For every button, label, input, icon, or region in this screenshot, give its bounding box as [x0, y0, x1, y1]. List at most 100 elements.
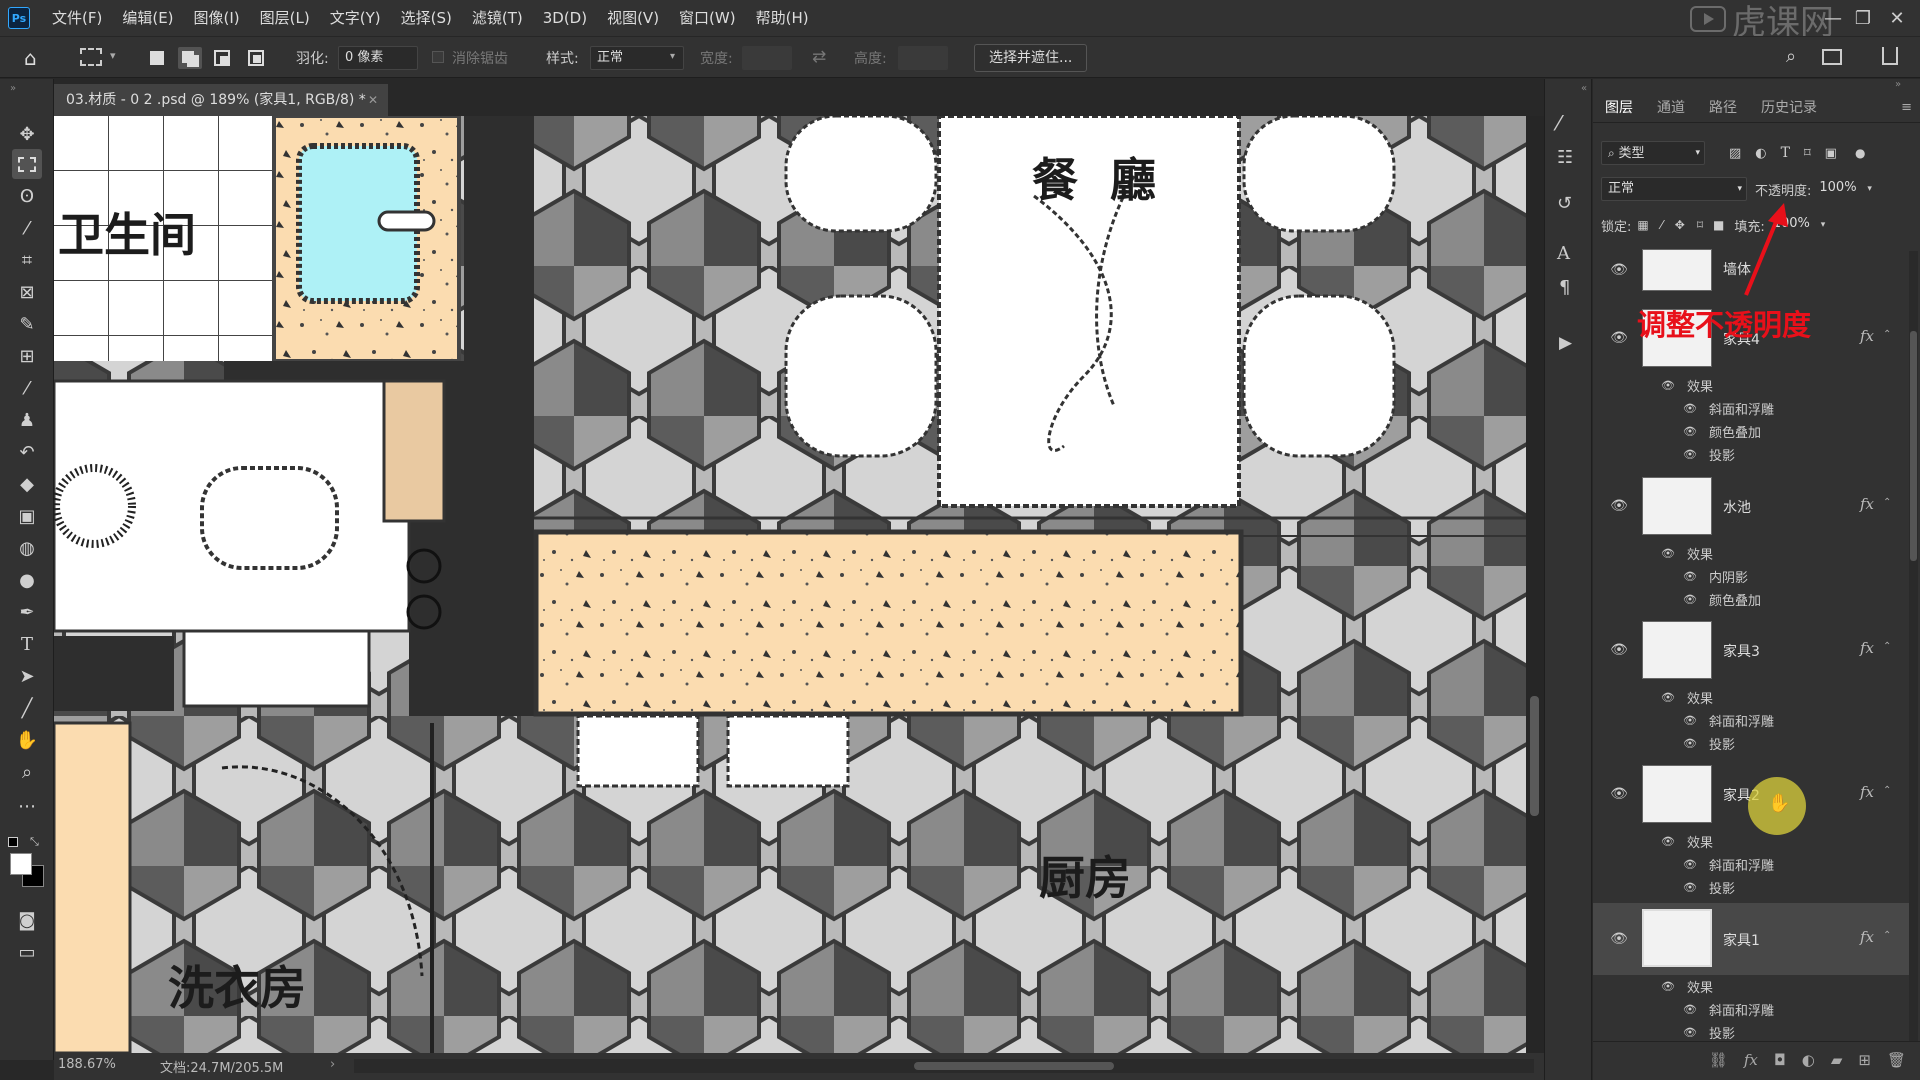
layer-thumbnail[interactable] [1642, 621, 1712, 679]
eyedropper-tool-icon[interactable]: ✎ [12, 309, 42, 339]
canvas-vscroll-thumb[interactable] [1530, 696, 1539, 816]
zoom-level[interactable]: 188.67% [58, 1057, 116, 1072]
effect-eye-icon[interactable]: 👁 [1683, 1003, 1703, 1016]
layer-name[interactable]: 水池 [1723, 497, 1751, 517]
home-icon[interactable]: ⌂ [24, 46, 48, 70]
lock-all-icon[interactable]: ■ [1713, 218, 1724, 232]
screen-mode-icon[interactable]: ▭ [12, 937, 42, 967]
visibility-eye-icon[interactable]: 👁 [1609, 931, 1629, 947]
add-mask-icon[interactable]: ◘ [1774, 1051, 1786, 1069]
foreground-color-swatch[interactable] [10, 853, 32, 875]
new-selection-icon[interactable] [150, 51, 164, 65]
layer-thumbnail[interactable] [1642, 477, 1712, 535]
effect-eye-icon[interactable]: 👁 [1683, 570, 1703, 583]
width-input[interactable] [742, 46, 792, 70]
visibility-eye-icon[interactable]: 👁 [1609, 642, 1629, 658]
lock-position-icon[interactable]: ✥ [1675, 218, 1685, 232]
add-selection-icon[interactable] [178, 47, 202, 69]
effects-group[interactable]: 👁 效果 [1661, 830, 1713, 853]
menu-view[interactable]: 视图(V) [597, 0, 669, 36]
effects-group[interactable]: 👁 效果 [1661, 542, 1713, 565]
effect-item[interactable]: 👁 投影 [1683, 443, 1735, 466]
antialias-checkbox[interactable] [432, 51, 444, 63]
layer-thumbnail[interactable] [1642, 249, 1712, 291]
workspace-icon[interactable] [1822, 49, 1842, 65]
visibility-eye-icon[interactable]: 👁 [1609, 330, 1629, 346]
adjustments-icon[interactable]: ☷ [1557, 147, 1573, 168]
document-tab[interactable]: 03.材质 - 0 2 .psd @ 189% (家具1, RGB/8) * ✕ [54, 84, 388, 116]
close-icon[interactable]: ✕ [1874, 0, 1920, 36]
layer-thumbnail[interactable] [1642, 909, 1712, 967]
effect-eye-icon[interactable]: 👁 [1661, 691, 1681, 704]
fx-icon[interactable]: fx [1860, 495, 1874, 513]
filter-kind-select[interactable]: ⌕ 类型 ▾ [1601, 141, 1705, 165]
swap-colors-icon[interactable]: ⤡ [30, 835, 39, 849]
panel-menu-icon[interactable]: ≡ [1901, 100, 1912, 115]
layer-row[interactable]: 👁 家具2 fx ⌃ ✋ [1593, 759, 1913, 835]
menu-filter[interactable]: 滤镜(T) [462, 0, 533, 36]
close-tab-icon[interactable]: ✕ [368, 84, 378, 116]
chevron-up-icon[interactable]: ⌃ [1883, 497, 1891, 508]
chevron-up-icon[interactable]: ⌃ [1883, 329, 1891, 340]
brush-tool-icon[interactable]: ⁄ [12, 373, 42, 403]
effect-eye-icon[interactable]: 👁 [1661, 980, 1681, 993]
effect-item[interactable]: 👁 斜面和浮雕 [1683, 853, 1774, 876]
history-icon[interactable]: ↺ [1557, 193, 1572, 214]
effect-eye-icon[interactable]: 👁 [1661, 379, 1681, 392]
filter-shape-icon[interactable]: ⌑ [1804, 146, 1811, 161]
collapse-arrows-icon[interactable]: » [1895, 79, 1901, 90]
character-icon[interactable]: A [1557, 243, 1570, 264]
menu-3d[interactable]: 3D(D) [533, 0, 597, 36]
pen-tool-icon[interactable]: ✒ [12, 597, 42, 627]
opacity-chevron-icon[interactable]: ▾ [1867, 184, 1872, 194]
tab-layers[interactable]: 图层 [1593, 93, 1645, 123]
lock-image-icon[interactable]: ⁄ [1661, 218, 1663, 232]
stamp-tool-icon[interactable]: ♟ [12, 405, 42, 435]
intersect-selection-icon[interactable] [248, 50, 264, 66]
lock-transparent-icon[interactable]: ▦ [1637, 218, 1648, 232]
fx-icon[interactable]: fx [1860, 783, 1874, 801]
filter-toggle-icon[interactable]: ● [1855, 146, 1865, 160]
eraser-tool-icon[interactable]: ◆ [12, 469, 42, 499]
effects-group[interactable]: 👁 效果 [1661, 975, 1713, 998]
blend-mode-select[interactable]: 正常 ▾ [1601, 177, 1747, 201]
visibility-eye-icon[interactable]: 👁 [1609, 262, 1629, 278]
fill-chevron-icon[interactable]: ▾ [1821, 220, 1826, 230]
tab-history[interactable]: 历史记录 [1749, 93, 1829, 123]
effects-group[interactable]: 👁 效果 [1661, 686, 1713, 709]
fx-icon[interactable]: fx [1860, 928, 1874, 946]
chevron-up-icon[interactable]: ⌃ [1883, 785, 1891, 796]
line-tool-icon[interactable]: ╱ [12, 693, 42, 723]
menu-select[interactable]: 选择(S) [391, 0, 462, 36]
hand-tool-icon[interactable]: ✋ [12, 725, 42, 755]
fx-icon[interactable]: fx [1860, 327, 1874, 345]
effect-item[interactable]: 👁 斜面和浮雕 [1683, 709, 1774, 732]
crop-tool-icon[interactable]: ⌗ [12, 245, 42, 275]
zoom-tool-icon[interactable]: ⌕ [12, 757, 42, 787]
effect-item[interactable]: 👁 投影 [1683, 876, 1735, 899]
layers-scrollbar[interactable] [1909, 251, 1918, 1041]
move-tool-icon[interactable]: ✥ [12, 119, 42, 149]
rect-marquee-tool-icon[interactable] [12, 149, 42, 179]
tab-channels[interactable]: 通道 [1645, 93, 1697, 123]
opacity-input[interactable]: 100% [1813, 177, 1867, 201]
gradient-tool-icon[interactable]: ▣ [12, 501, 42, 531]
photoshop-logo-icon[interactable]: Ps [8, 7, 30, 29]
filter-type-icon[interactable]: T [1781, 145, 1790, 161]
height-input[interactable] [898, 46, 948, 70]
quick-mask-icon[interactable]: ◙ [12, 905, 42, 935]
effect-item[interactable]: 👁 投影 [1683, 1021, 1735, 1041]
status-arrow-icon[interactable]: › [330, 1057, 335, 1072]
layer-row[interactable]: 👁 水池 fx ⌃ [1593, 471, 1913, 541]
feather-input[interactable]: 0 像素 [338, 46, 418, 70]
more-tools-icon[interactable]: ⋯ [12, 791, 42, 821]
subtract-selection-icon[interactable] [214, 50, 230, 66]
play-action-icon[interactable]: ▶ [1559, 333, 1572, 353]
layer-row[interactable]: 👁 家具3 fx ⌃ [1593, 615, 1913, 685]
filter-smart-object-icon[interactable]: ▣ [1825, 146, 1837, 161]
visibility-eye-icon[interactable]: 👁 [1609, 498, 1629, 514]
chevron-up-icon[interactable]: ⌃ [1883, 930, 1891, 941]
canvas-hscroll-thumb[interactable] [914, 1062, 1114, 1070]
canvas-vertical-scrollbar[interactable] [1526, 116, 1544, 1053]
menu-type[interactable]: 文字(Y) [320, 0, 391, 36]
